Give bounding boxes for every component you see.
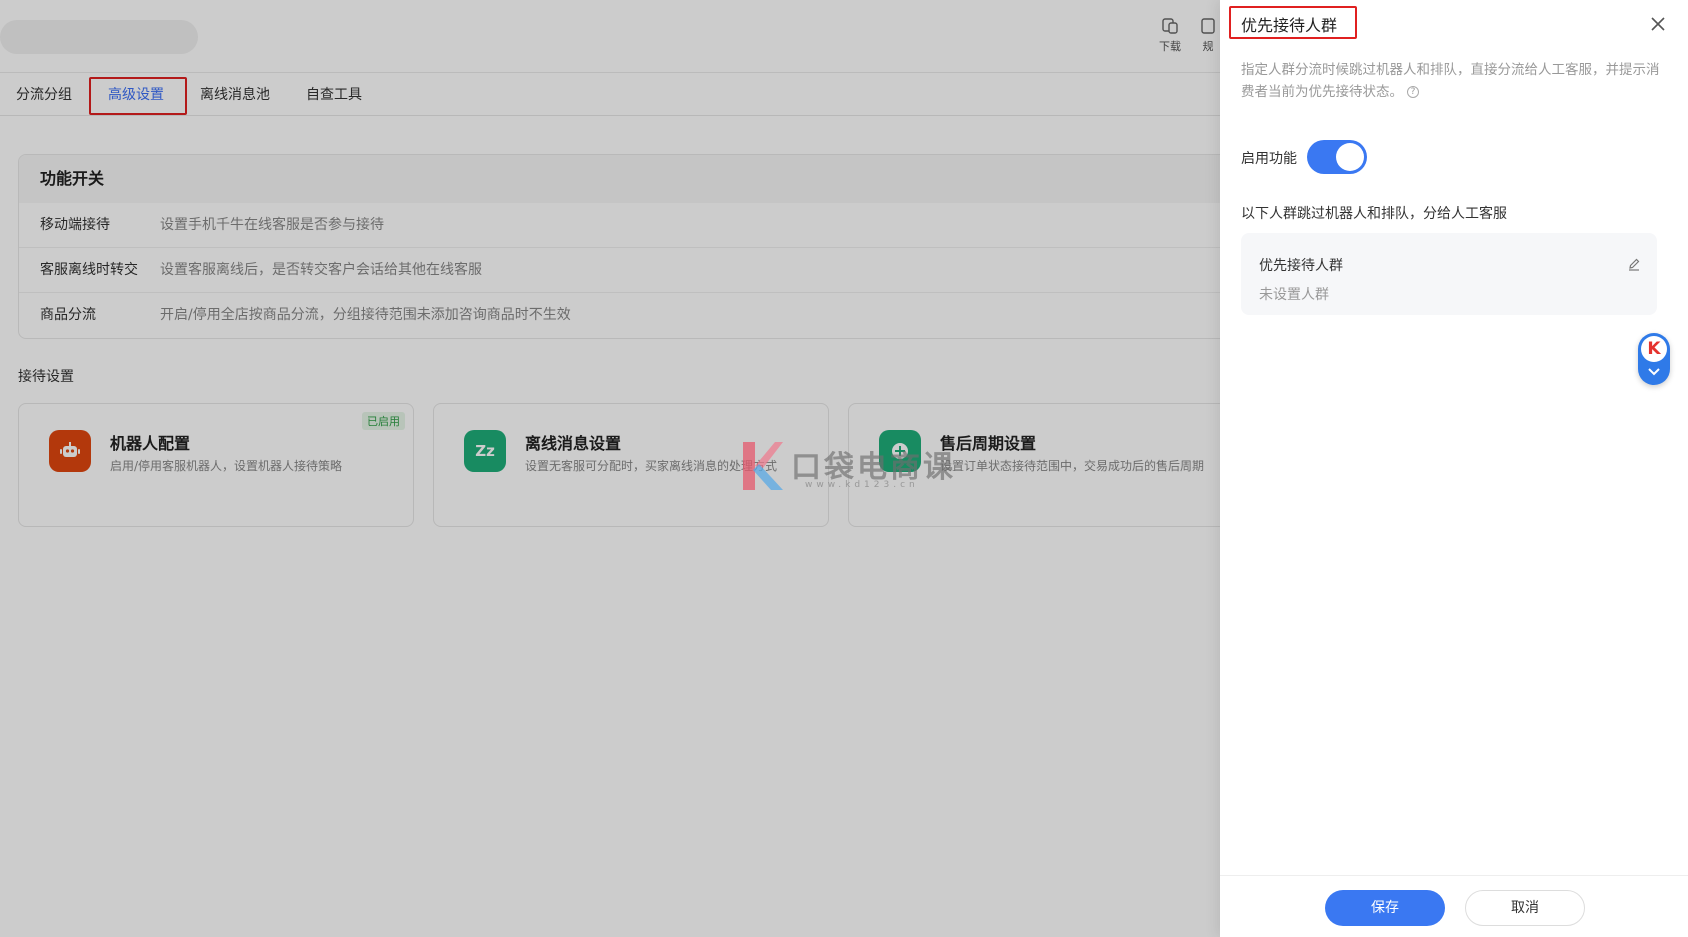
save-button[interactable]: 保存 bbox=[1325, 890, 1445, 926]
close-icon[interactable] bbox=[1650, 16, 1666, 32]
cancel-button[interactable]: 取消 bbox=[1465, 890, 1585, 926]
priority-group-drawer: 优先接待人群 指定人群分流时候跳过机器人和排队，直接分流给人工客服，并提示消费者… bbox=[1220, 0, 1688, 937]
edit-pencil-icon[interactable] bbox=[1627, 257, 1641, 271]
help-icon[interactable]: ? bbox=[1407, 86, 1419, 98]
enable-toggle-label: 启用功能 bbox=[1241, 151, 1297, 167]
chevron-down-icon bbox=[1648, 368, 1660, 376]
enable-toggle[interactable] bbox=[1307, 140, 1367, 174]
group-value: 未设置人群 bbox=[1259, 287, 1329, 303]
group-name: 优先接待人群 bbox=[1259, 258, 1343, 274]
modal-overlay[interactable] bbox=[0, 0, 1220, 937]
drawer-footer: 保存 取消 bbox=[1220, 875, 1688, 937]
drawer-title: 优先接待人群 bbox=[1241, 16, 1338, 35]
group-section-label: 以下人群跳过机器人和排队，分给人工客服 bbox=[1241, 206, 1507, 222]
drawer-description: 指定人群分流时候跳过机器人和排队，直接分流给人工客服，并提示消费者当前为优先接待… bbox=[1241, 59, 1661, 103]
toggle-knob bbox=[1336, 143, 1364, 171]
floating-assistant-button[interactable]: K bbox=[1638, 333, 1670, 385]
priority-group-box: 优先接待人群 未设置人群 bbox=[1241, 233, 1657, 315]
assistant-k-logo-icon: K bbox=[1641, 336, 1667, 362]
drawer-description-text: 指定人群分流时候跳过机器人和排队，直接分流给人工客服，并提示消费者当前为优先接待… bbox=[1241, 62, 1660, 100]
